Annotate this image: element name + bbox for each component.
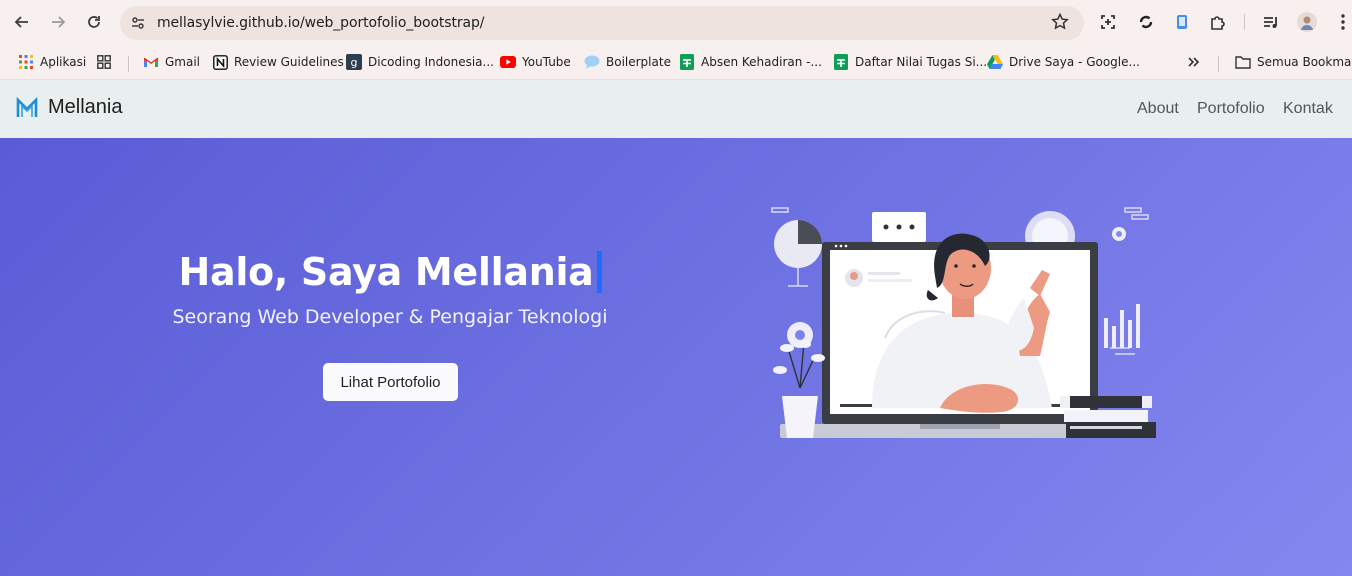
profile-avatar[interactable] <box>1297 12 1317 32</box>
bookmark-star-icon[interactable] <box>1050 12 1070 32</box>
bookmark-label: Drive Saya - Google... <box>1009 55 1140 69</box>
lihat-portofolio-button[interactable]: Lihat Portofolio <box>323 363 458 401</box>
bookmark-absen-kehadiran[interactable]: Absen Kehadiran -... <box>679 52 822 72</box>
dicoding-icon: g <box>346 54 362 70</box>
bookmark-drive-saya[interactable]: Drive Saya - Google... <box>987 52 1140 72</box>
bookmarks-divider <box>128 56 129 72</box>
browser-menu-icon[interactable] <box>1333 12 1352 32</box>
typing-cursor <box>596 251 602 293</box>
pie-chart-icon <box>774 220 822 287</box>
media-controls-icon[interactable] <box>1261 12 1281 32</box>
bookmark-daftar-nilai[interactable]: Daftar Nilai Tugas Si... <box>833 52 987 72</box>
extensions-puzzle-icon[interactable] <box>1208 12 1228 32</box>
hero-subtitle: Seorang Web Developer & Pengajar Teknolo… <box>172 306 608 328</box>
sync-extension-icon[interactable] <box>1136 12 1156 32</box>
gmail-icon <box>143 54 159 70</box>
brand-logo-icon <box>16 96 38 117</box>
hero-illustration <box>771 207 1156 438</box>
bookmark-label: Boilerplate <box>606 55 671 69</box>
sheets-icon <box>833 54 849 70</box>
bookmark-youtube[interactable]: YouTube <box>500 52 571 72</box>
site-navbar: Mellania About Portofolio Kontak <box>0 80 1352 138</box>
toolbar-divider <box>1244 14 1245 30</box>
site-settings-icon[interactable] <box>130 15 146 31</box>
address-bar[interactable]: mellasylvie.github.io/web_portofolio_boo… <box>120 6 1084 40</box>
browser-toolbar: mellasylvie.github.io/web_portofolio_boo… <box>0 0 1352 44</box>
hero-title-text: Halo, Saya Mellania <box>178 250 594 294</box>
nav-link-about[interactable]: About <box>1137 100 1179 118</box>
nav-link-kontak[interactable]: Kontak <box>1283 100 1333 118</box>
bookmark-label: Review Guidelines <box>234 55 344 69</box>
hero-title: Halo, Saya Mellania <box>0 250 780 294</box>
notion-icon <box>212 54 228 70</box>
svg-text:g: g <box>351 56 358 69</box>
apps-grid-icon <box>18 54 34 70</box>
bookmark-label: Gmail <box>165 55 201 69</box>
hero-section: Halo, Saya Mellania Seorang Web Develope… <box>0 138 1352 576</box>
google-drive-icon <box>987 54 1003 70</box>
navbar-brand[interactable]: Mellania <box>16 96 122 119</box>
forward-button[interactable] <box>46 10 70 34</box>
books-icon <box>1060 396 1156 438</box>
all-bookmarks-label: Semua Bookmark <box>1257 55 1352 69</box>
folder-icon <box>1235 54 1251 70</box>
bookmark-aplikasi[interactable]: Aplikasi <box>18 52 86 72</box>
bookmark-label: Absen Kehadiran -... <box>701 55 822 69</box>
bookmarks-bar: Aplikasi Gmail Review Guidelines g Dicod… <box>0 44 1352 80</box>
url-text[interactable]: mellasylvie.github.io/web_portofolio_boo… <box>157 15 485 31</box>
all-bookmarks-folder[interactable]: Semua Bookmark <box>1235 52 1352 72</box>
chat-bubble-icon <box>584 54 600 70</box>
bookmark-gmail[interactable]: Gmail <box>143 52 200 72</box>
bookmark-label: YouTube <box>522 55 571 69</box>
chevron-double-right-icon <box>1188 57 1200 67</box>
tab-groups-icon <box>96 54 112 70</box>
bookmark-label: Dicoding Indonesia... <box>368 55 494 69</box>
bookmark-review-guidelines[interactable]: Review Guidelines <box>212 52 344 72</box>
youtube-icon <box>500 54 516 70</box>
bookmark-label: Daftar Nilai Tugas Si... <box>855 55 988 69</box>
reload-button[interactable] <box>82 10 106 34</box>
reload-icon <box>88 16 100 28</box>
phone-extension-icon[interactable] <box>1172 12 1192 32</box>
bookmark-boilerplate[interactable]: Boilerplate <box>584 52 671 72</box>
forward-arrow-icon <box>52 16 66 28</box>
tab-groups-button[interactable] <box>96 52 112 72</box>
brand-name: Mellania <box>48 96 123 118</box>
back-arrow-icon <box>14 16 28 28</box>
plant-icon <box>773 340 825 438</box>
bookmarks-divider <box>1218 56 1219 72</box>
nav-link-portofolio[interactable]: Portofolio <box>1197 100 1265 118</box>
back-button[interactable] <box>10 10 34 34</box>
bar-chart-icon <box>1104 304 1140 348</box>
bookmark-dicoding[interactable]: g Dicoding Indonesia... <box>346 52 494 72</box>
sheets-icon <box>679 54 695 70</box>
more-bookmarks-button[interactable] <box>1186 52 1200 72</box>
screenshot-icon[interactable] <box>1098 12 1118 32</box>
bookmark-label: Aplikasi <box>40 55 87 69</box>
